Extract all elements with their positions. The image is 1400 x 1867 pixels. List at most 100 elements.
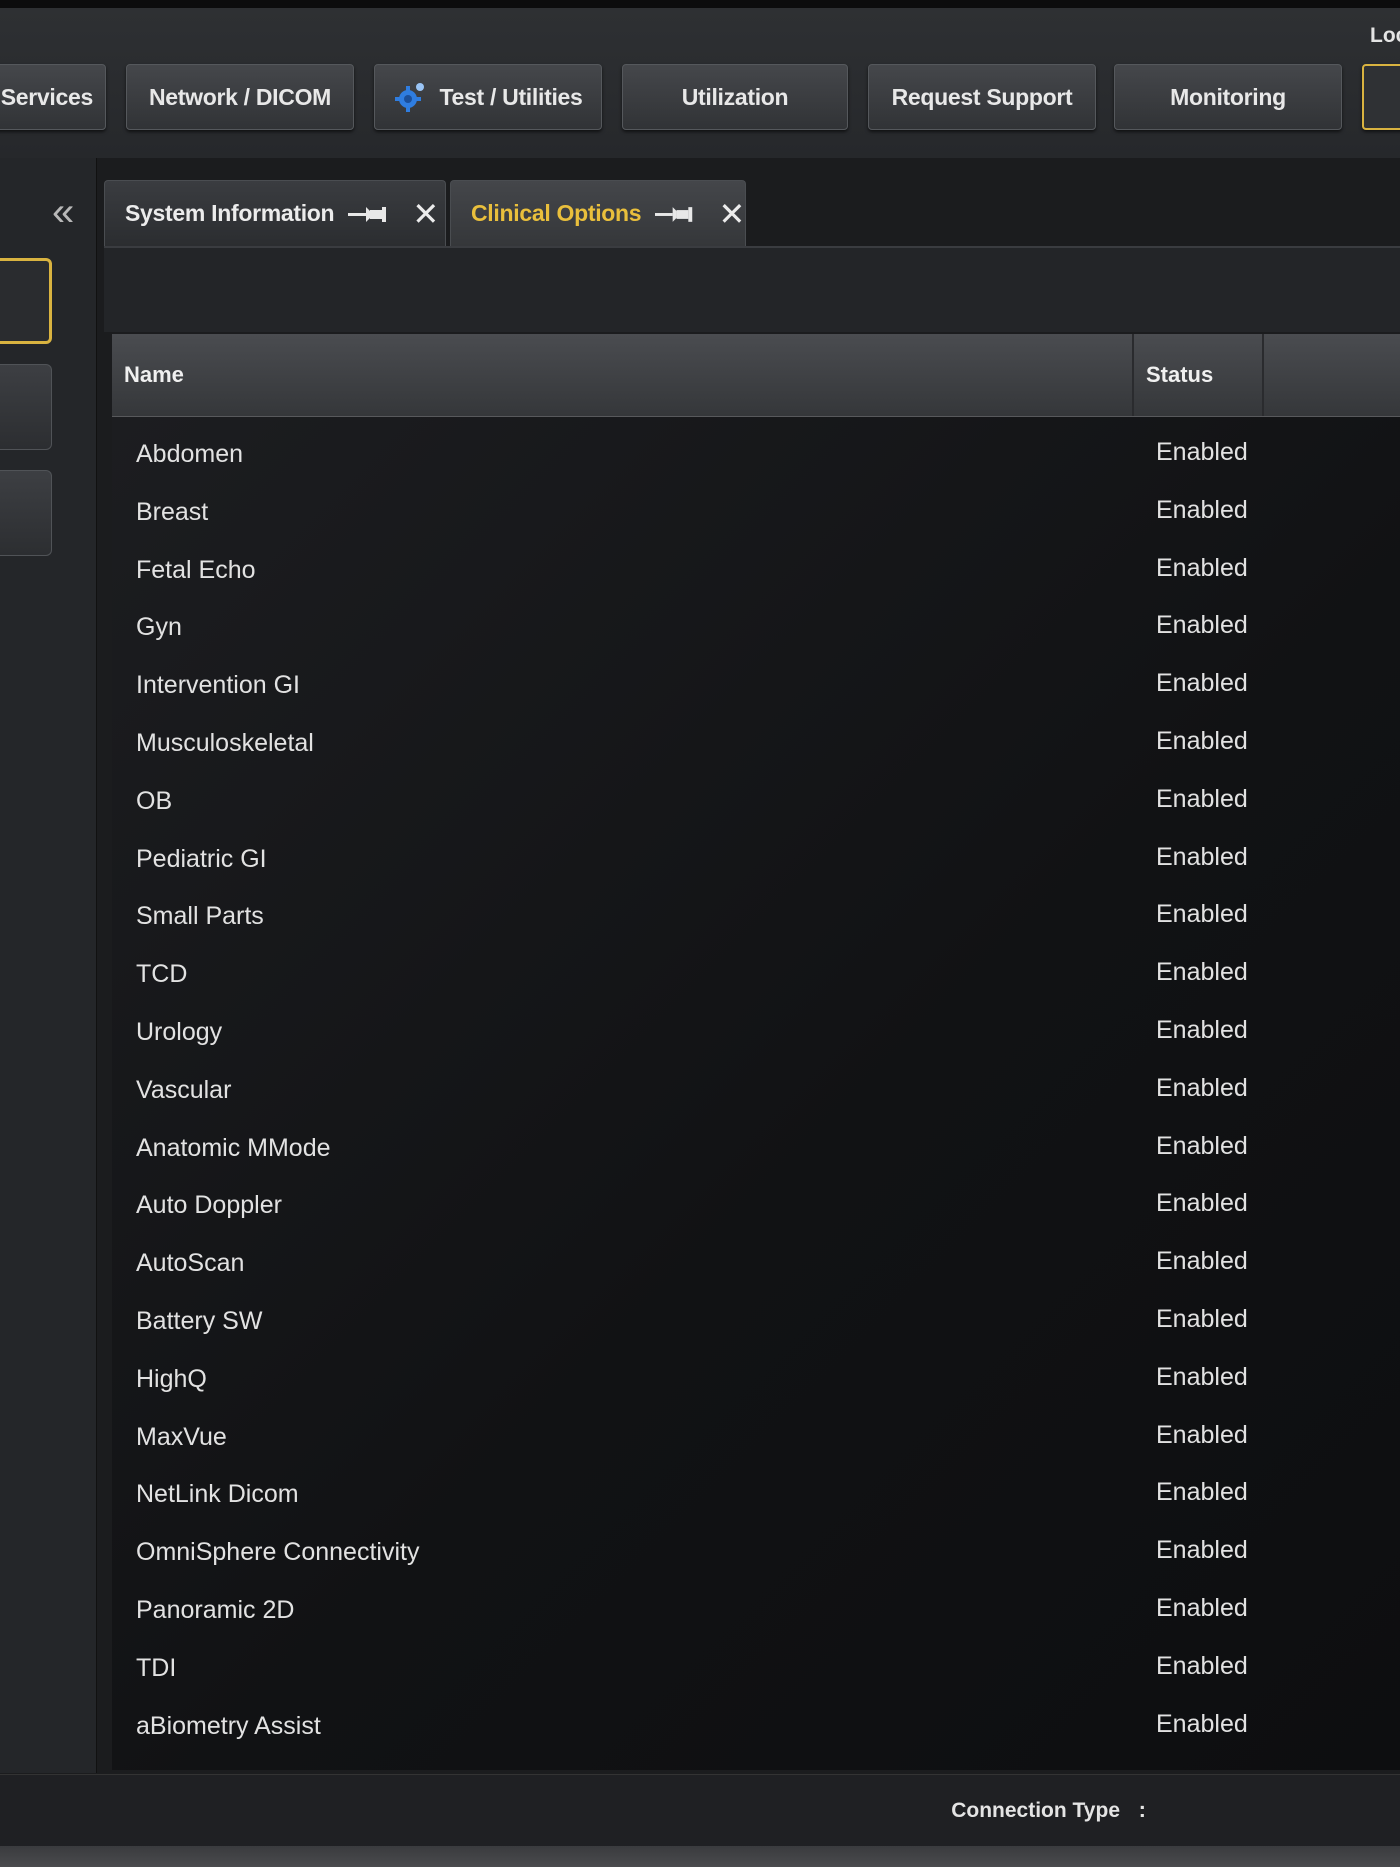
pin-icon[interactable] xyxy=(655,204,694,224)
table-row[interactable]: Breast Enabled xyxy=(112,483,1400,541)
tab-strip: System Information ✕ Clinical Options ✕ xyxy=(104,180,1400,248)
column-header-name[interactable]: Name xyxy=(112,334,1134,416)
option-name: Fetal Echo xyxy=(136,555,256,584)
option-status: Enabled xyxy=(1156,1420,1248,1449)
sidebar-item-selected[interactable] xyxy=(0,258,52,344)
option-name: Abdomen xyxy=(136,440,244,468)
option-name: Panoramic 2D xyxy=(136,1596,295,1624)
screen-bezel-bottom xyxy=(0,1846,1400,1867)
table-row[interactable]: MaxVue Enabled xyxy=(112,1408,1400,1466)
option-status: Enabled xyxy=(1156,1478,1248,1507)
table-row[interactable]: NetLink Dicom Enabled xyxy=(112,1465,1400,1523)
column-header-status[interactable]: Status xyxy=(1136,334,1264,416)
pin-icon[interactable] xyxy=(348,204,388,224)
option-status: Enabled xyxy=(1156,1131,1248,1160)
table-row[interactable]: HighQ Enabled xyxy=(112,1350,1400,1408)
test-utilities-button-label: Test / Utilities xyxy=(439,83,583,110)
test-utilities-button[interactable]: Test / Utilities xyxy=(374,64,602,130)
option-status: Enabled xyxy=(1156,438,1248,466)
status-separator: : xyxy=(1138,1797,1146,1822)
option-status: Enabled xyxy=(1156,1594,1248,1622)
option-name: Battery SW xyxy=(136,1307,263,1335)
tab-label: System Information xyxy=(125,200,335,226)
tab-label: Clinical Options xyxy=(471,200,642,226)
option-name: HighQ xyxy=(136,1364,207,1393)
services-button[interactable]: e Services xyxy=(0,64,106,130)
option-name: Breast xyxy=(136,497,209,526)
services-button-label: e Services xyxy=(0,83,93,110)
option-status: Enabled xyxy=(1156,1651,1248,1680)
option-status: Enabled xyxy=(1156,1073,1248,1102)
option-name: Urology xyxy=(136,1018,223,1046)
request-support-button[interactable]: Request Support xyxy=(868,64,1096,130)
table-row[interactable]: OB Enabled xyxy=(112,772,1400,830)
tab-clinical-options[interactable]: Clinical Options ✕ xyxy=(450,180,746,246)
connection-type-label: Connection Type xyxy=(951,1799,1120,1822)
option-name: TDI xyxy=(136,1653,177,1682)
option-name: MaxVue xyxy=(136,1422,227,1451)
selected-nav-button[interactable] xyxy=(1362,64,1400,130)
status-bar: Connection Type : xyxy=(0,1774,1400,1847)
option-name: Pediatric GI xyxy=(136,844,267,873)
option-name: Gyn xyxy=(136,613,182,642)
table-row[interactable]: Small Parts Enabled xyxy=(112,887,1400,945)
table-row[interactable]: TCD Enabled xyxy=(112,945,1400,1003)
screen-bezel-top xyxy=(0,0,1400,8)
table-row[interactable]: Panoramic 2D Enabled xyxy=(112,1581,1400,1639)
content-toolbar xyxy=(104,248,1400,332)
close-icon[interactable]: ✕ xyxy=(412,198,439,230)
table-row[interactable]: Musculoskeletal Enabled xyxy=(112,714,1400,772)
table-row[interactable]: aBiometry Assist Enabled xyxy=(112,1697,1400,1755)
table-row[interactable]: TDI Enabled xyxy=(112,1639,1400,1697)
table-row[interactable]: Anatomic MMode Enabled xyxy=(112,1119,1400,1177)
network-dicom-button-label: Network / DICOM xyxy=(148,83,332,110)
utilization-button-label: Utilization xyxy=(681,83,789,110)
tab-system-information[interactable]: System Information ✕ xyxy=(104,180,446,246)
table-row[interactable]: Pediatric GI Enabled xyxy=(112,830,1400,888)
option-status: Enabled xyxy=(1156,1362,1248,1391)
option-status: Enabled xyxy=(1156,784,1248,813)
table-row[interactable]: Auto Doppler Enabled xyxy=(112,1176,1400,1234)
option-status: Enabled xyxy=(1156,1189,1248,1218)
option-status: Enabled xyxy=(1156,727,1248,755)
option-name: AutoScan xyxy=(136,1249,245,1278)
table-row[interactable]: Vascular Enabled xyxy=(112,1061,1400,1119)
utilization-button[interactable]: Utilization xyxy=(622,64,848,130)
close-icon[interactable]: ✕ xyxy=(718,198,745,230)
option-status: Enabled xyxy=(1156,1305,1248,1333)
option-name: Vascular xyxy=(136,1075,232,1104)
connection-type-value: Loc xyxy=(1370,24,1400,47)
table-row[interactable]: Fetal Echo Enabled xyxy=(112,541,1400,599)
option-status: Enabled xyxy=(1156,611,1248,640)
option-status: Enabled xyxy=(1156,900,1248,929)
option-name: TCD xyxy=(136,960,188,989)
clinical-options-table: Name Status Abdomen Enabled Breast Enabled F… xyxy=(112,334,1400,1770)
table-row[interactable]: Battery SW Enabled xyxy=(112,1292,1400,1350)
option-status: Enabled xyxy=(1156,958,1248,987)
table-row[interactable]: Gyn Enabled xyxy=(112,598,1400,656)
option-name: Intervention GI xyxy=(136,671,300,700)
gear-icon xyxy=(395,83,425,112)
table-row[interactable]: Abdomen Enabled xyxy=(112,425,1400,483)
option-name: Auto Doppler xyxy=(136,1191,282,1220)
network-dicom-button[interactable]: Network / DICOM xyxy=(126,64,354,130)
option-name: aBiometry Assist xyxy=(136,1711,321,1740)
option-status: Enabled xyxy=(1156,669,1248,698)
table-row[interactable]: AutoScan Enabled xyxy=(112,1234,1400,1292)
option-status: Enabled xyxy=(1156,553,1248,582)
collapse-sidebar-icon[interactable]: « xyxy=(52,192,74,232)
option-status: Enabled xyxy=(1156,495,1248,524)
option-status: Enabled xyxy=(1156,1247,1248,1276)
table-row[interactable]: Intervention GI Enabled xyxy=(112,656,1400,714)
table-row[interactable]: Urology Enabled xyxy=(112,1003,1400,1061)
monitoring-button[interactable]: Monitoring xyxy=(1114,64,1342,130)
option-name: OB xyxy=(136,786,173,815)
option-name: OmniSphere Connectivity xyxy=(136,1538,420,1567)
sidebar-item-3[interactable] xyxy=(0,470,52,556)
sidebar-item-2[interactable] xyxy=(0,364,52,450)
option-status: Enabled xyxy=(1156,842,1248,871)
table-row[interactable]: OmniSphere Connectivity Enabled xyxy=(112,1523,1400,1581)
table-body: Abdomen Enabled Breast Enabled Fetal Echo Ena… xyxy=(112,417,1400,1770)
option-name: Small Parts xyxy=(136,902,264,931)
option-name: Musculoskeletal xyxy=(136,729,314,757)
